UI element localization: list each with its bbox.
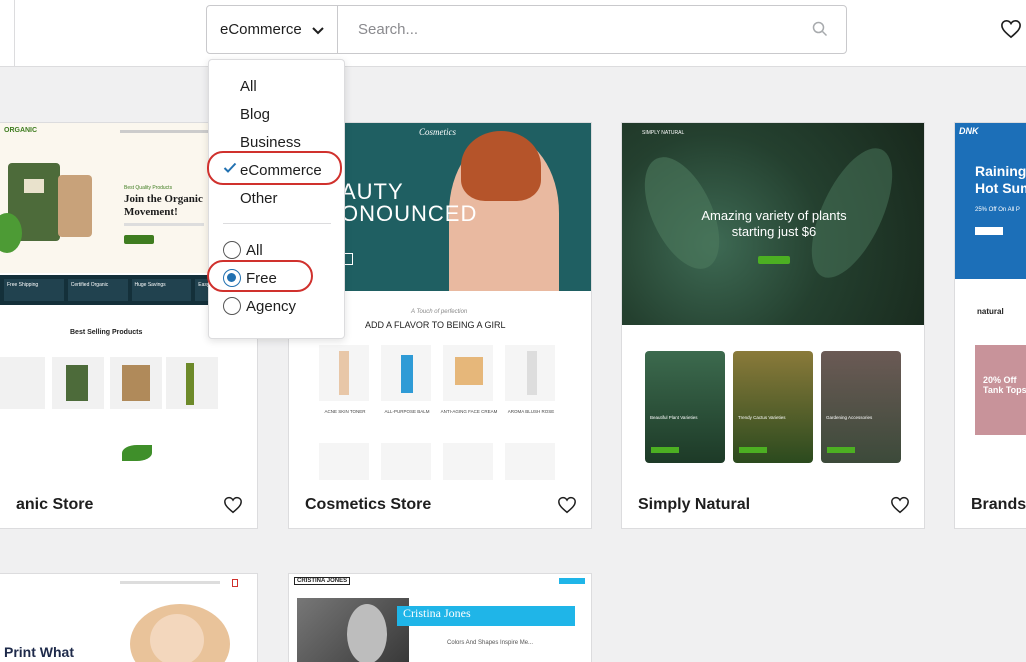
search-group: eCommerce — [206, 5, 847, 54]
category-option-blog[interactable]: Blog — [240, 106, 270, 123]
card-title: anic Store — [16, 496, 94, 513]
preview-brand: SIMPLY NATURAL — [642, 130, 685, 136]
category-option-other[interactable]: Other — [240, 190, 278, 207]
shop-now-button — [758, 256, 790, 264]
highlight-ecommerce — [207, 151, 342, 185]
template-card-brandstore[interactable]: DNK Raining Hot Sum 25% Off On All P nat… — [954, 122, 1026, 529]
divider — [14, 0, 15, 67]
filter-dropdown-menu: All Blog Business eCommerce Other All Fr… — [208, 59, 345, 339]
card-title: Brandst — [971, 496, 1026, 513]
highlight-free — [207, 260, 313, 292]
heart-icon[interactable] — [890, 496, 910, 519]
pricing-option-agency[interactable]: Agency — [246, 298, 296, 315]
menu-divider — [223, 223, 331, 224]
search-input[interactable] — [338, 6, 846, 53]
shop-now-button — [124, 235, 154, 244]
card-title: Simply Natural — [638, 496, 751, 513]
category-option-business[interactable]: Business — [240, 134, 301, 151]
product-bag — [58, 175, 92, 237]
template-preview: SIMPLY NATURAL Amazing variety of plants… — [622, 123, 924, 480]
category-filter-value: eCommerce — [220, 21, 302, 38]
pricing-option-all[interactable]: All — [246, 242, 263, 259]
category-option-all[interactable]: All — [240, 78, 257, 95]
top-bar: eCommerce — [0, 0, 1026, 67]
template-preview: DNK Raining Hot Sum 25% Off On All P nat… — [955, 123, 1026, 480]
category-filter-select[interactable]: eCommerce — [207, 6, 338, 53]
template-preview: CRISTINA JONES Cristina Jones Colors And… — [289, 574, 591, 662]
pricing-radio-all[interactable] — [223, 241, 241, 259]
heart-icon[interactable] — [557, 496, 577, 519]
search-icon[interactable] — [812, 21, 828, 42]
favorites-heart-icon[interactable] — [1000, 19, 1022, 44]
pricing-radio-agency[interactable] — [223, 297, 241, 315]
card-title: Cosmetics Store — [305, 496, 432, 513]
template-card[interactable]: Print What — [0, 573, 258, 662]
preview-brand: DNK — [959, 126, 979, 136]
heart-icon[interactable] — [223, 496, 243, 519]
chevron-down-icon — [311, 23, 325, 40]
template-preview: Print What — [0, 574, 257, 662]
preview-brand: Cosmetics — [419, 127, 456, 137]
preview-logo: CRISTINA JONES — [294, 577, 351, 585]
template-card-cristina-jones[interactable]: CRISTINA JONES Cristina Jones Colors And… — [288, 573, 592, 662]
template-card-simply-natural[interactable]: SIMPLY NATURAL Amazing variety of plants… — [621, 122, 925, 529]
preview-brand: ORGANIC — [4, 127, 38, 134]
